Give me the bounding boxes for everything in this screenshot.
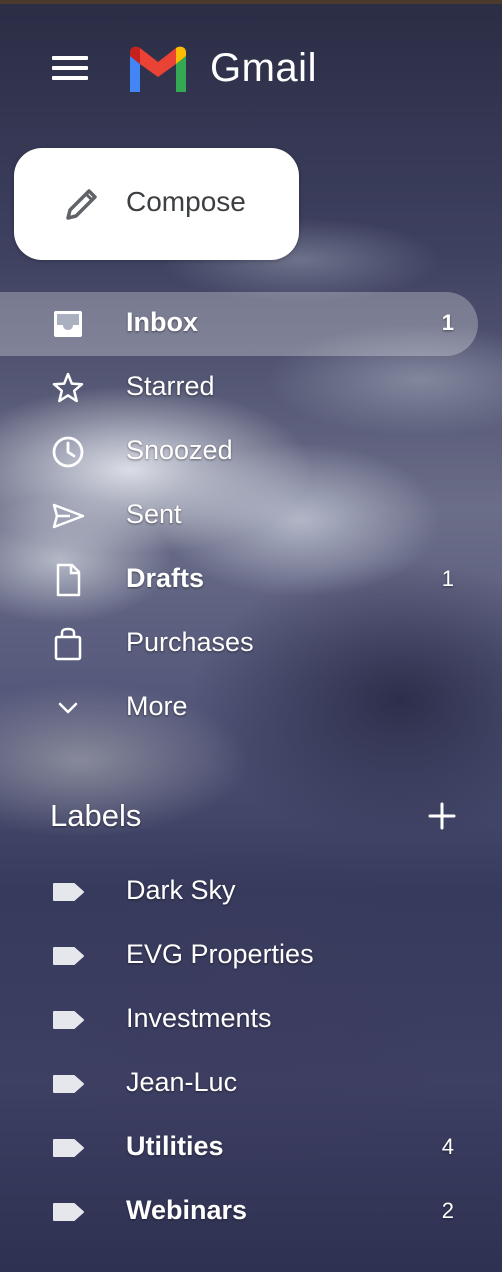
label-icon xyxy=(53,1139,84,1157)
nav-item-label: Snoozed xyxy=(126,435,233,465)
star-icon xyxy=(52,372,84,403)
main-menu-button[interactable] xyxy=(46,48,94,88)
label-icon xyxy=(53,947,84,965)
label-name: Webinars xyxy=(126,1195,248,1225)
unread-count: 1 xyxy=(441,310,454,335)
label-item-jean-luc[interactable]: Jean-Luc xyxy=(0,1052,478,1116)
compose-button[interactable]: Compose xyxy=(14,148,299,260)
unread-count: 2 xyxy=(441,1198,454,1223)
compose-label: Compose xyxy=(126,186,246,217)
nav-item-label: Starred xyxy=(126,371,215,401)
labels-list: Dark Sky EVG Properties Investments Jean… xyxy=(0,860,502,1244)
label-name: EVG Properties xyxy=(126,939,314,969)
nav-item-drafts[interactable]: Drafts 1 xyxy=(0,548,478,612)
nav-item-purchases[interactable]: Purchases xyxy=(0,612,478,676)
clock-icon xyxy=(52,436,84,468)
gmail-logo[interactable] xyxy=(126,46,190,92)
menu-icon-bar xyxy=(52,76,88,80)
nav-item-label: Purchases xyxy=(126,627,254,657)
top-edge xyxy=(0,0,502,4)
nav-item-starred[interactable]: Starred xyxy=(0,356,478,420)
nav-item-sent[interactable]: Sent xyxy=(0,484,478,548)
nav-item-snoozed[interactable]: Snoozed xyxy=(0,420,478,484)
nav-item-label: More xyxy=(126,691,188,721)
chevron-down-icon xyxy=(58,702,78,714)
file-icon xyxy=(56,563,81,597)
labels-header: Labels xyxy=(0,790,502,846)
add-label-button[interactable] xyxy=(422,796,462,836)
unread-count: 4 xyxy=(441,1134,454,1159)
label-item-investments[interactable]: Investments xyxy=(0,988,478,1052)
label-icon xyxy=(53,1203,84,1221)
label-name: Utilities xyxy=(126,1131,224,1161)
app-name: Gmail xyxy=(210,46,317,90)
nav-item-inbox[interactable]: Inbox 1 xyxy=(0,292,478,356)
pencil-icon xyxy=(66,189,97,220)
label-item-webinars[interactable]: Webinars 2 xyxy=(0,1180,478,1244)
label-name: Dark Sky xyxy=(126,875,236,905)
send-icon xyxy=(52,503,85,529)
nav-item-more[interactable]: More xyxy=(0,676,478,740)
label-icon xyxy=(53,883,84,901)
nav-item-label: Sent xyxy=(126,499,182,529)
label-name: Jean-Luc xyxy=(126,1067,238,1097)
label-name: Investments xyxy=(126,1003,272,1033)
unread-count: 1 xyxy=(441,566,454,591)
label-icon xyxy=(53,1075,84,1093)
label-item-utilities[interactable]: Utilities 4 xyxy=(0,1116,478,1180)
header: Gmail xyxy=(0,40,502,100)
inbox-icon xyxy=(54,311,82,337)
shopping-bag-icon xyxy=(54,627,82,661)
label-item-evg-properties[interactable]: EVG Properties xyxy=(0,924,478,988)
label-item-dark-sky[interactable]: Dark Sky xyxy=(0,860,478,924)
labels-title: Labels xyxy=(50,798,142,833)
menu-icon xyxy=(52,56,88,60)
label-icon xyxy=(53,1011,84,1029)
nav-item-label: Drafts xyxy=(126,563,205,593)
menu-icon-bar xyxy=(52,66,88,70)
nav-item-label: Inbox xyxy=(126,307,198,337)
folder-nav: Inbox 1 Starred Snoozed Sent Drafts 1 Pu… xyxy=(0,292,502,740)
